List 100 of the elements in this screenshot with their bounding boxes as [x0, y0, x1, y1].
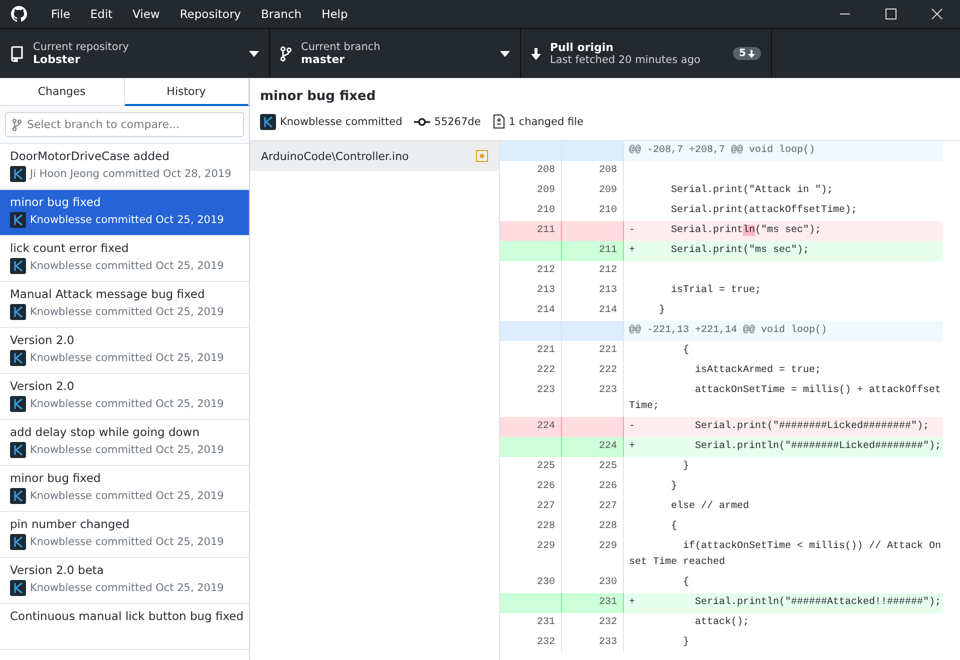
branch-name: master: [301, 53, 346, 66]
old-line-number: 221: [500, 341, 562, 361]
avatar-icon: [10, 488, 26, 504]
code-line: }: [670, 480, 678, 494]
menu-item[interactable]: Edit: [80, 7, 123, 21]
file-path: ArduinoCode\Controller.ino: [261, 150, 409, 162]
commit-list-item[interactable]: Continuous manual lick button bug fixed: [0, 604, 249, 650]
pull-origin-button[interactable]: Pull origin Last fetched 20 minutes ago 5: [521, 29, 772, 78]
commit-count-badge: 5: [733, 47, 761, 60]
commit-summary: DoorMotorDriveCase added: [10, 149, 170, 163]
commit-list-item[interactable]: minor bug fixed Knowblesse committed Oct 25, 2019: [0, 190, 249, 236]
commit-list-item[interactable]: Version 2.0 beta Knowblesse committed Oct 25, 2019: [0, 558, 249, 604]
commit-author: Knowblesse committed: [280, 116, 402, 128]
maximize-icon[interactable]: [885, 8, 897, 20]
repository-icon: [10, 46, 24, 62]
avatar-icon: [10, 534, 26, 550]
avatar-icon: [260, 114, 276, 130]
commit-list-item[interactable]: pin number changed Knowblesse committed Oct 25, 2019: [0, 512, 249, 558]
code-line: attack();: [694, 616, 750, 630]
new-line-number: 208: [562, 161, 624, 181]
new-line-number: 227: [562, 497, 624, 517]
old-line-number: 212: [500, 261, 562, 281]
commit-list-item[interactable]: Manual Attack message bug fixed Knowblesse committed Oct 25, 2019: [0, 282, 249, 328]
code-line: if(attackOnSetTime < millis()) // Attack Onset Time reached: [628, 540, 942, 570]
commit-author-date: Knowblesse committed Oct 25, 2019: [30, 444, 224, 456]
commit-summary: pin number changed: [10, 517, 131, 531]
old-line-number: 225: [500, 457, 562, 477]
old-line-number: 228: [500, 517, 562, 537]
avatar-icon: [10, 396, 26, 412]
code-line: {: [670, 520, 678, 534]
old-line-number: 213: [500, 281, 562, 301]
menu-item[interactable]: Repository: [170, 7, 251, 21]
commit-summary: lick count error fixed: [10, 241, 130, 255]
avatar-icon: [10, 212, 26, 228]
commit-summary: add delay stop while going down: [10, 425, 200, 439]
avatar-icon: [10, 580, 26, 596]
hunk-header: @@ -221,13 +221,14 @@ void loop(): [624, 321, 944, 341]
commit-summary: Version 2.0: [10, 379, 76, 393]
code-line: {: [682, 576, 690, 590]
new-line-number: 213: [562, 281, 624, 301]
avatar-icon: [10, 166, 26, 182]
code-line: attackOnSetTime = millis() + attackOffsetTime;: [628, 384, 942, 414]
commit-sha: 55267de: [434, 116, 481, 128]
caret-icon: [249, 50, 259, 56]
code-line: }: [682, 460, 690, 474]
branch-selector[interactable]: Current branch master: [270, 29, 521, 78]
old-line-number: 232: [500, 633, 562, 653]
new-line-number: 212: [562, 261, 624, 281]
commit-summary: Version 2.0 beta: [10, 563, 105, 577]
commit-list-item[interactable]: Version 2.0 Knowblesse committed Oct 25, 2019: [0, 374, 249, 420]
commit-list-item[interactable]: add delay stop while going down Knowblesse committed Oct 25, 2019: [0, 420, 249, 466]
new-line-number: 221: [562, 341, 624, 361]
avatar-icon: [10, 442, 26, 458]
changed-files-count: 1 changed file: [508, 116, 584, 128]
branch-icon: [280, 46, 292, 62]
commit-author-date: Knowblesse committed Oct 25, 2019: [30, 536, 224, 548]
commit-author-date: Knowblesse committed Oct 25, 2019: [30, 214, 224, 226]
menu-item[interactable]: View: [122, 7, 170, 21]
avatar-icon: [10, 350, 26, 366]
repository-name: Lobster: [33, 53, 82, 66]
old-line-number: 211: [500, 221, 562, 241]
old-line-number: 226: [500, 477, 562, 497]
commit-summary: Version 2.0: [10, 333, 76, 347]
commit-author-date: Knowblesse committed Oct 25, 2019: [30, 306, 224, 318]
new-line-number: 222: [562, 361, 624, 381]
commit-summary: Manual Attack message bug fixed: [10, 287, 206, 301]
old-line-number: 209: [500, 181, 562, 201]
code-line: isTrial = true;: [670, 284, 762, 298]
new-line-number: 211: [562, 241, 624, 261]
code-line: {: [682, 344, 690, 358]
code-line: else // armed: [670, 500, 750, 514]
new-line-number: 232: [562, 613, 624, 633]
branch-compare-field[interactable]: Select branch to compare...: [5, 112, 244, 137]
old-line-number: 208: [500, 161, 562, 181]
commit-title: minor bug fixed: [260, 88, 377, 104]
menu-item[interactable]: Branch: [250, 7, 312, 21]
changed-file-item[interactable]: ArduinoCode\Controller.ino: [250, 141, 499, 171]
caret-icon: [500, 50, 510, 56]
menu-item[interactable]: File: [41, 7, 80, 21]
code-line: }: [682, 636, 690, 650]
new-line-number: 229: [562, 537, 624, 573]
close-icon[interactable]: [931, 8, 943, 20]
branch-label: Current branch: [301, 41, 382, 53]
commit-summary: minor bug fixed: [10, 195, 102, 209]
commit-icon: [414, 116, 430, 126]
last-fetched-text: Last fetched 20 minutes ago: [550, 54, 702, 66]
menu-item[interactable]: Help: [312, 7, 358, 21]
code-line: }: [658, 304, 666, 318]
commit-author-date: Knowblesse committed Oct 25, 2019: [30, 352, 224, 364]
commit-list-item[interactable]: minor bug fixed Knowblesse committed Oct 25, 2019: [0, 466, 249, 512]
new-line-number: 233: [562, 633, 624, 653]
code-line: Serial.print(attackOffsetTime);: [670, 204, 858, 218]
old-line-number: 224: [500, 417, 562, 437]
new-line-number: 209: [562, 181, 624, 201]
commit-list-item[interactable]: Version 2.0 Knowblesse committed Oct 25, 2019: [0, 328, 249, 374]
avatar-icon: [10, 304, 26, 320]
commit-list-item[interactable]: lick count error fixed Knowblesse committed Oct 25, 2019: [0, 236, 249, 282]
repository-selector[interactable]: Current repository Lobster: [0, 29, 270, 78]
down-arrow-icon: [531, 48, 541, 60]
modified-icon: [476, 150, 488, 162]
